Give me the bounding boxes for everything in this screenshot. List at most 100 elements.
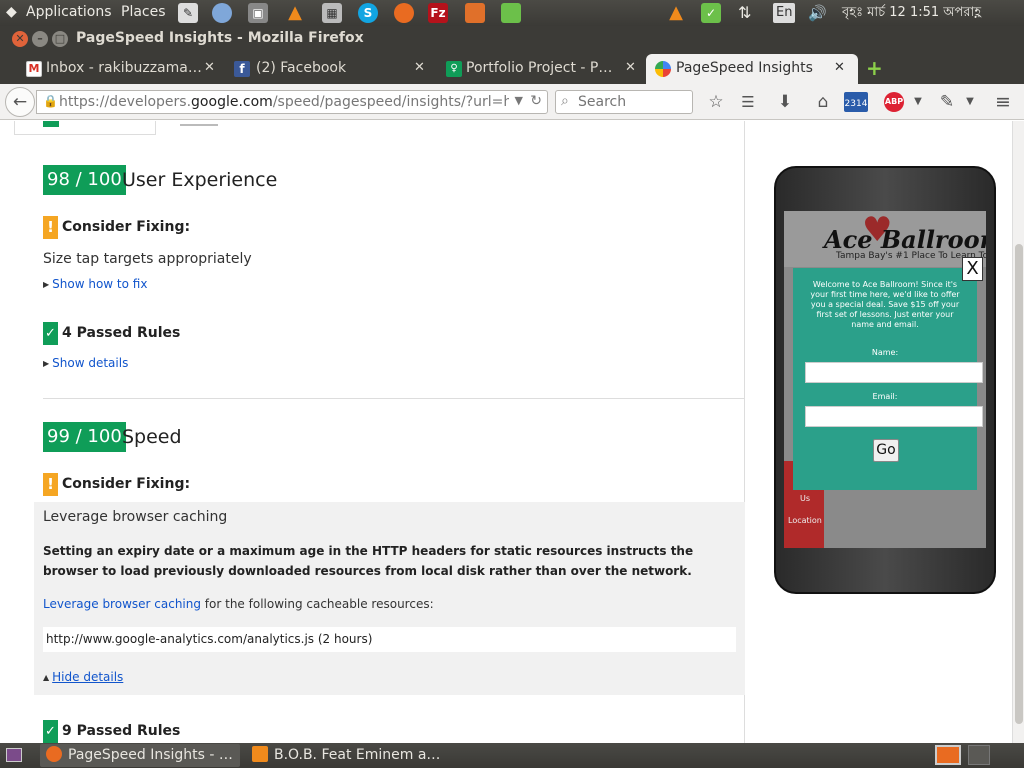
text-editor-icon[interactable]: ✎ <box>178 3 198 23</box>
minimize-window-icon[interactable]: – <box>32 31 48 47</box>
back-button[interactable]: ← <box>5 87 35 117</box>
preview-column: ♥ Ace Ballroom Tampa Bay's #1 Place To L… <box>746 121 1012 743</box>
maximize-window-icon[interactable]: □ <box>52 31 68 47</box>
site-header: ♥ Ace Ballroom Tampa Bay's #1 Place To L… <box>784 211 986 267</box>
search-box[interactable]: ⌕ <box>555 90 693 114</box>
downloads-icon[interactable]: ⬇ <box>775 92 795 112</box>
tab-portfolio-project[interactable]: ♀ Portfolio Project - P… ✕ <box>436 54 646 84</box>
bottom-taskbar: PageSpeed Insights - … B.O.B. Feat Emine… <box>0 743 1024 768</box>
popup-close-button: X <box>962 257 983 281</box>
name-field <box>805 362 983 383</box>
leverage-caching-link[interactable]: Leverage browser caching <box>43 597 201 611</box>
firefox-icon[interactable] <box>394 3 414 23</box>
volume-icon[interactable]: 🔊 <box>808 3 827 23</box>
navigation-toolbar: ← 🔒 https://developers.google.com/speed/… <box>0 84 1024 120</box>
eyedropper-icon[interactable]: ✎ <box>937 92 957 112</box>
workspace-switcher-firefox-icon[interactable] <box>935 745 961 765</box>
speed-section-title: Speed <box>122 426 182 448</box>
vlc-tray-icon[interactable]: ▲ <box>666 3 686 23</box>
network-icon[interactable]: ⇅ <box>738 3 751 23</box>
go-button: Go <box>873 439 899 462</box>
update-check-icon[interactable]: ✓ <box>701 3 721 23</box>
checkmark-icon: ✓ <box>43 720 58 743</box>
menu-icon[interactable]: ≡ <box>993 92 1013 112</box>
taskbar-item-label: B.O.B. Feat Eminem a… <box>274 747 441 763</box>
close-tab-icon[interactable]: ✕ <box>834 60 845 75</box>
hide-details-label: Hide details <box>52 670 124 684</box>
calendar-badge-icon[interactable]: 2314 <box>844 92 868 112</box>
hide-details-link[interactable]: ▲ Hide details <box>43 670 123 684</box>
bookmark-star-icon[interactable]: ☆ <box>706 92 726 112</box>
lock-icon[interactable]: 🔒 <box>43 94 58 108</box>
show-desktop-icon[interactable] <box>6 748 22 762</box>
close-window-icon[interactable]: ✕ <box>12 31 28 47</box>
taskbar-item-vlc[interactable]: B.O.B. Feat Eminem a… <box>246 744 446 767</box>
back-arrow-icon: ← <box>12 92 28 112</box>
show-details-link[interactable]: ▶ Show details <box>43 356 128 370</box>
calculator-icon[interactable]: ▦ <box>322 3 342 23</box>
url-text[interactable]: https://developers.google.com/speed/page… <box>59 94 509 110</box>
taskbar-item-firefox[interactable]: PageSpeed Insights - … <box>40 744 240 767</box>
places-menu[interactable]: Places <box>121 4 166 20</box>
desktop-tab-edge[interactable] <box>180 121 218 126</box>
tab-pagespeed-insights[interactable]: PageSpeed Insights ✕ <box>646 54 858 84</box>
close-tab-icon[interactable]: ✕ <box>204 60 215 75</box>
clock[interactable]: বৃহঃ মার্চ 12 1:51 অপরাহ্ণ <box>842 3 981 23</box>
site-link-location: Location <box>788 516 822 525</box>
filezilla-icon[interactable]: Fz <box>428 3 448 23</box>
tab-facebook[interactable]: f (2) Facebook ✕ <box>224 54 436 84</box>
url-path: /speed/pagespeed/insights/?url=htt <box>272 94 509 110</box>
search-input[interactable] <box>578 93 688 111</box>
tab-strip: M Inbox - rakibuzzama… ✕ f (2) Facebook … <box>0 52 1024 84</box>
mobile-tab-edge[interactable] <box>14 121 156 135</box>
url-bar[interactable]: 🔒 https://developers.google.com/speed/pa… <box>36 90 548 114</box>
vertical-scrollbar[interactable] <box>1012 121 1024 743</box>
close-tab-icon[interactable]: ✕ <box>625 60 636 75</box>
name-label: Name: <box>871 348 899 357</box>
cacheable-resources-line: Leverage browser caching for the followi… <box>43 597 434 611</box>
ux-passed-rules-heading: 4 Passed Rules <box>62 325 181 341</box>
url-history-dropdown-icon[interactable]: ▼ <box>515 94 523 107</box>
disks-icon[interactable] <box>212 3 232 23</box>
vlc-icon[interactable]: ▲ <box>285 3 305 23</box>
new-tab-icon[interactable]: + <box>866 58 883 78</box>
ux-rule-tap-targets: Size tap targets appropriately <box>43 251 252 267</box>
signup-popup: Welcome to Ace Ballroom! Since it's your… <box>793 268 983 490</box>
tab-label: PageSpeed Insights <box>676 60 813 76</box>
facebook-icon: f <box>234 61 250 77</box>
adblock-dropdown-icon[interactable]: ▼ <box>908 92 928 112</box>
scrollbar-thumb[interactable] <box>1015 244 1023 724</box>
ux-score-badge: 98 / 100 <box>43 165 126 195</box>
page-viewport: 98 / 100 User Experience ! Consider Fixi… <box>0 121 1012 743</box>
reload-icon[interactable]: ↻ <box>530 93 542 109</box>
ux-section-title: User Experience <box>122 169 278 191</box>
checkmark-icon: ✓ <box>43 322 58 345</box>
url-domain: google.com <box>191 94 273 110</box>
workspace-switcher-icon[interactable] <box>968 745 990 765</box>
section-divider <box>43 398 745 399</box>
popup-message: Welcome to Ace Ballroom! Since it's your… <box>810 280 960 329</box>
reading-list-icon[interactable]: ☰ <box>738 92 758 112</box>
results-column: 98 / 100 User Experience ! Consider Fixi… <box>0 121 745 743</box>
applications-menu[interactable]: Applications <box>26 4 112 20</box>
keyboard-layout-indicator[interactable]: En <box>773 3 796 23</box>
show-details-label: Show details <box>52 356 129 370</box>
skype-icon[interactable]: S <box>358 3 378 23</box>
show-how-to-fix-link[interactable]: ▶ Show how to fix <box>43 277 147 291</box>
camera-icon[interactable]: ▣ <box>248 3 268 23</box>
tab-inbox[interactable]: M Inbox - rakibuzzama… ✕ <box>14 54 224 84</box>
system-top-panel: ◆ Applications Places ✎ ▣ ▲ ▦ S Fz ▲ ✓ ⇅… <box>0 0 1024 26</box>
adblock-icon[interactable]: ABP <box>884 92 904 112</box>
vlc-icon <box>252 746 268 762</box>
window-titlebar: ✕ – □ PageSpeed Insights - Mozilla Firef… <box>0 26 1024 52</box>
applications-icon[interactable]: ◆ <box>6 4 17 20</box>
eyedropper-dropdown-icon[interactable]: ▼ <box>960 92 980 112</box>
leaf-app-icon[interactable] <box>501 3 521 23</box>
phone-preview-frame: ♥ Ace Ballroom Tampa Bay's #1 Place To L… <box>774 166 996 594</box>
home-icon[interactable]: ⌂ <box>813 92 833 112</box>
speed-passed-rules-heading: 9 Passed Rules <box>62 723 181 739</box>
warning-icon: ! <box>43 473 58 496</box>
close-tab-icon[interactable]: ✕ <box>414 60 425 75</box>
speed-rule-browser-caching: Leverage browser caching <box>43 509 228 525</box>
files-icon[interactable] <box>465 3 485 23</box>
